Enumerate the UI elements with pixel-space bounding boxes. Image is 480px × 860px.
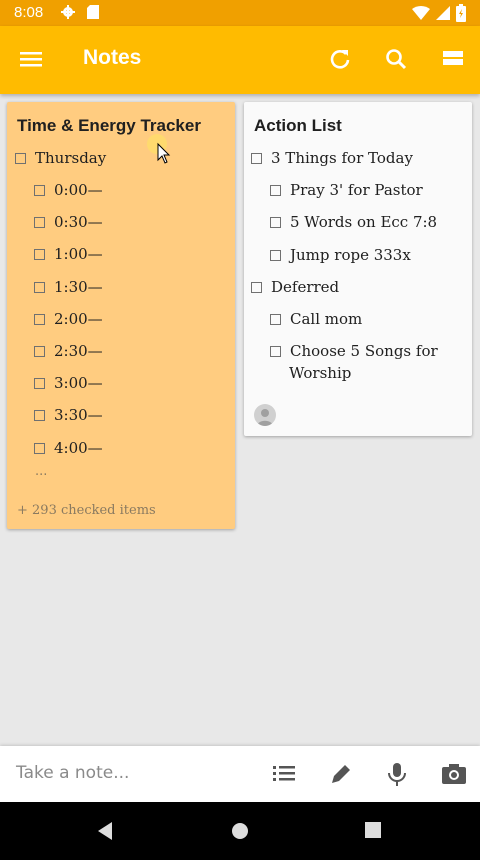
checkbox bbox=[34, 378, 45, 389]
refresh-icon[interactable] bbox=[329, 48, 351, 70]
app-title: Notes bbox=[83, 46, 142, 69]
note-title: Action List bbox=[254, 116, 342, 135]
app-bar: Notes bbox=[0, 26, 480, 94]
checklist-item: 0:00— bbox=[34, 179, 103, 201]
home-icon[interactable] bbox=[230, 821, 250, 841]
checkbox bbox=[34, 185, 45, 196]
note-card-action-list[interactable]: Action List 3 Things for Today Pray 3' f… bbox=[244, 102, 472, 436]
pointer-cursor-icon bbox=[147, 134, 171, 164]
checklist-item: Deferred bbox=[251, 276, 339, 298]
note-card-time-energy-tracker[interactable]: Time & Energy Tracker Thursday 0:00— 0:3… bbox=[7, 102, 235, 529]
checkbox bbox=[270, 250, 281, 261]
checklist-item: Jump rope 333x bbox=[270, 244, 411, 266]
checkbox bbox=[251, 282, 262, 293]
checkbox bbox=[15, 153, 26, 164]
checklist-item: 3:00— bbox=[34, 372, 103, 394]
checkbox bbox=[34, 217, 45, 228]
search-icon[interactable] bbox=[385, 48, 407, 70]
camera-icon[interactable] bbox=[441, 762, 467, 786]
checklist-item: Choose 5 Songs for bbox=[270, 340, 438, 362]
sd-card-icon bbox=[87, 5, 99, 19]
status-time: 8:08 bbox=[14, 4, 44, 21]
checklist-item: Pray 3' for Pastor bbox=[270, 179, 423, 201]
checkbox bbox=[34, 249, 45, 260]
battery-icon bbox=[456, 4, 466, 22]
recents-icon[interactable] bbox=[364, 821, 382, 839]
checkbox bbox=[270, 185, 281, 196]
avatar bbox=[254, 404, 276, 426]
take-note-bar: Take a note... bbox=[0, 746, 480, 802]
checklist-item: 2:30— bbox=[34, 340, 103, 362]
checklist-item: Call mom bbox=[270, 308, 362, 330]
checkbox bbox=[270, 314, 281, 325]
cell-signal-icon bbox=[436, 6, 450, 20]
settings-gear-icon bbox=[61, 5, 75, 19]
checkbox bbox=[34, 410, 45, 421]
view-toggle-icon[interactable] bbox=[443, 48, 463, 68]
wifi-icon bbox=[412, 6, 430, 20]
checkbox bbox=[251, 153, 262, 164]
checkbox bbox=[34, 314, 45, 325]
checklist-item: 1:00— bbox=[34, 243, 103, 265]
checklist-icon[interactable] bbox=[272, 762, 296, 786]
checkbox bbox=[34, 346, 45, 357]
take-note-input[interactable]: Take a note... bbox=[16, 763, 129, 783]
status-bar: 8:08 bbox=[0, 0, 480, 26]
checkbox bbox=[270, 346, 281, 357]
hamburger-menu-icon[interactable] bbox=[20, 50, 42, 68]
checkbox bbox=[34, 282, 45, 293]
checklist-item: 0:30— bbox=[34, 211, 103, 233]
checklist-item: 5 Words on Ecc 7:8 bbox=[270, 211, 437, 233]
system-nav-bar bbox=[0, 802, 480, 860]
person-icon bbox=[257, 409, 273, 426]
checklist-item: Thursday bbox=[15, 147, 106, 169]
checklist-item: 4:00— bbox=[34, 437, 103, 459]
checklist-item-continuation: Worship bbox=[289, 364, 352, 382]
checklist-item: 2:00— bbox=[34, 308, 103, 330]
more-items-ellipsis: ... bbox=[35, 464, 48, 479]
pen-icon[interactable] bbox=[329, 762, 353, 786]
checked-items-summary: + 293 checked items bbox=[17, 503, 156, 518]
checklist-item: 3:30— bbox=[34, 404, 103, 426]
checklist-item: 1:30— bbox=[34, 276, 103, 298]
checkbox bbox=[270, 217, 281, 228]
checkbox bbox=[34, 443, 45, 454]
checklist-item: 3 Things for Today bbox=[251, 147, 413, 169]
back-icon[interactable] bbox=[96, 821, 114, 841]
microphone-icon[interactable] bbox=[386, 762, 408, 788]
